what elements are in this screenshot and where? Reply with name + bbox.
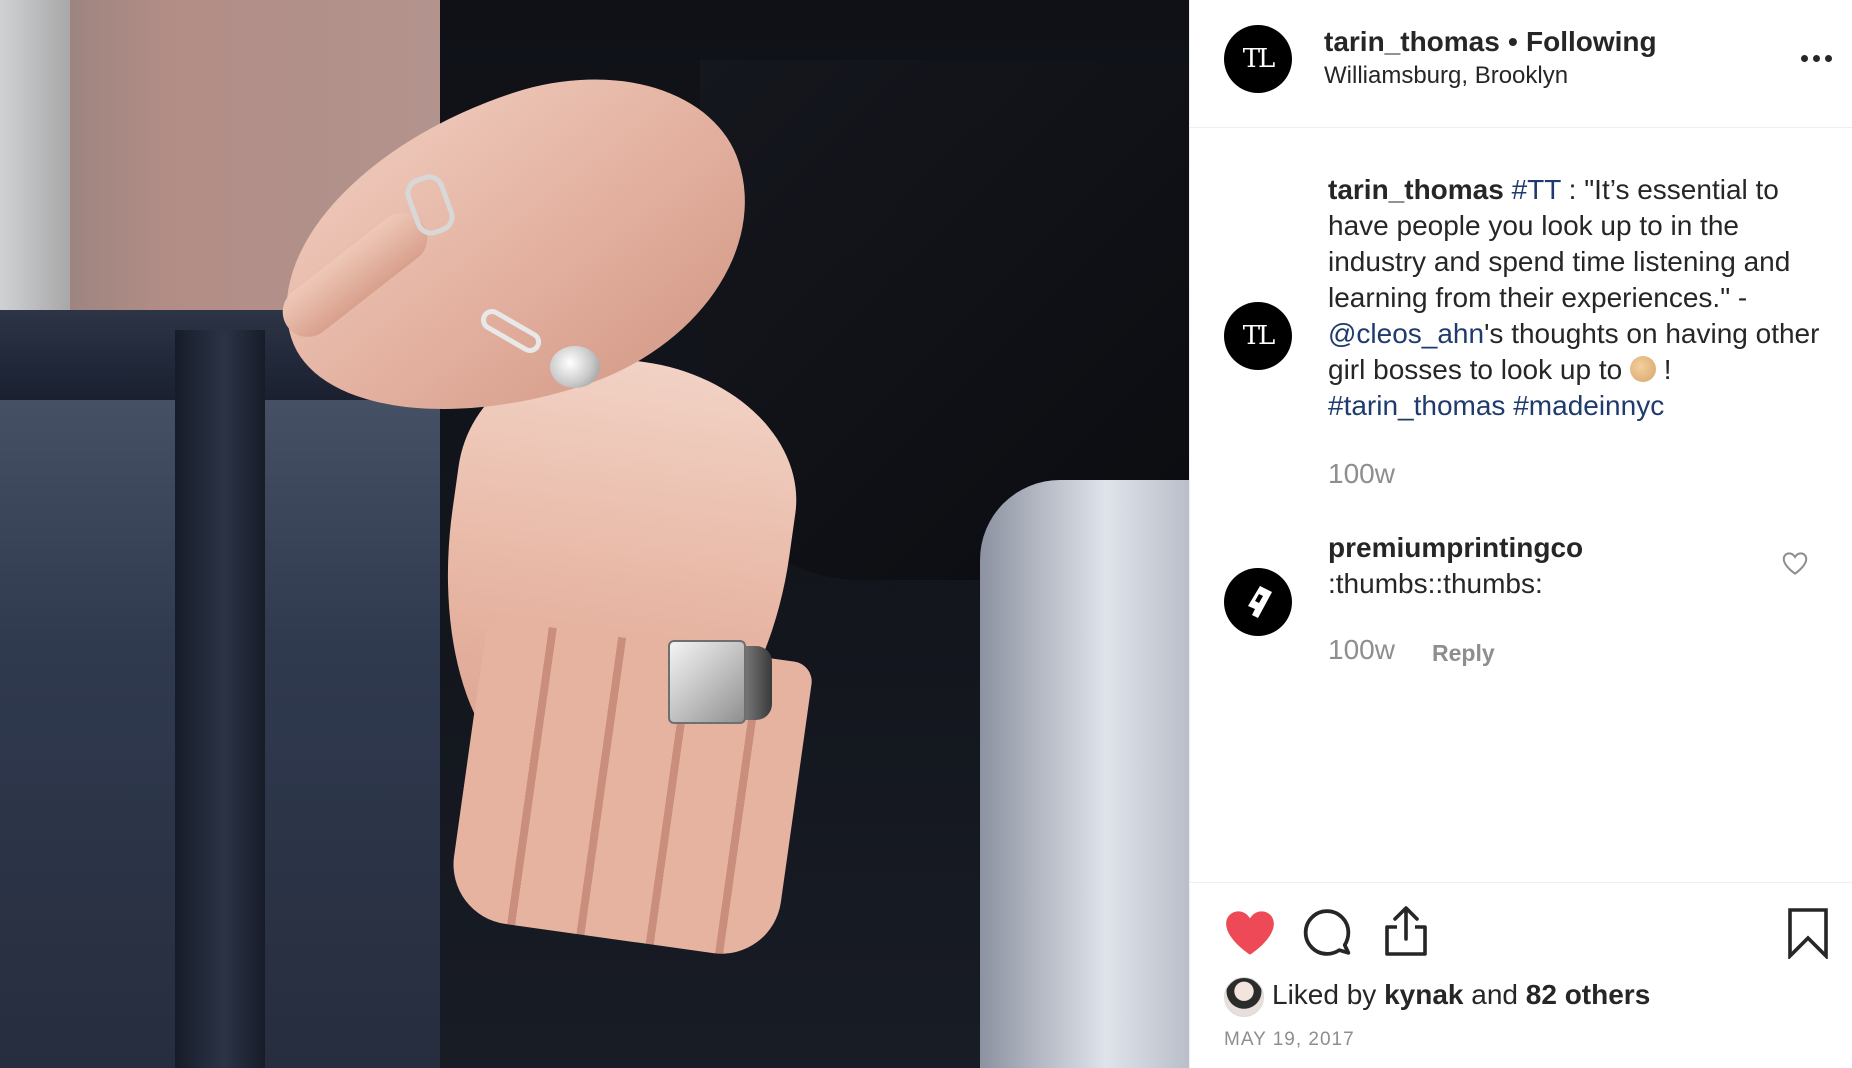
- comment-timestamp[interactable]: 100w: [1328, 634, 1395, 666]
- likes-middle: and: [1463, 979, 1526, 1010]
- post-actions: Liked by kynak and 82 others MAY 19, 201…: [1190, 882, 1852, 1068]
- hashtag-madeinnyc[interactable]: #madeinnyc: [1513, 390, 1664, 421]
- caption-username[interactable]: tarin_thomas: [1328, 174, 1504, 205]
- caption-text-3: !: [1655, 354, 1672, 385]
- likes-others-link[interactable]: 82 others: [1526, 979, 1651, 1010]
- comment-username[interactable]: premiumprintingco: [1328, 532, 1583, 564]
- likes-prefix: Liked by: [1272, 979, 1385, 1010]
- photo-ring-small: [550, 346, 600, 388]
- author-username[interactable]: tarin_thomas: [1324, 26, 1500, 58]
- share-icon[interactable]: [1382, 905, 1430, 957]
- comments-section: TL tarin_thomas #TT : "It’s essential to…: [1190, 128, 1852, 882]
- post-location[interactable]: Williamsburg, Brooklyn: [1324, 62, 1568, 90]
- premiumprintingco-logo-icon: [1248, 586, 1272, 618]
- post-photo[interactable]: [0, 0, 1190, 1068]
- heart-filled-icon[interactable]: [1224, 909, 1276, 957]
- mention-cleos-ahn[interactable]: @cleos_ahn: [1328, 318, 1484, 349]
- liker-username[interactable]: kynak: [1384, 979, 1463, 1010]
- more-dot: [1824, 54, 1832, 62]
- photo-wall-edge: [0, 0, 70, 330]
- comment-like-heart-icon[interactable]: [1780, 548, 1810, 578]
- hashtag-tarin-thomas[interactable]: #tarin_thomas: [1328, 390, 1505, 421]
- post-caption: tarin_thomas #TT : "It’s essential to ha…: [1328, 172, 1828, 424]
- post-date[interactable]: MAY 19, 2017: [1224, 1029, 1355, 1051]
- comment-icon[interactable]: [1302, 907, 1352, 957]
- photo-signet-ring: [668, 640, 746, 724]
- photo-jeans: [980, 480, 1190, 1068]
- caption-timestamp[interactable]: 100w: [1328, 458, 1395, 490]
- post-side-panel: TL tarin_thomas • Following Williamsburg…: [1190, 0, 1852, 1068]
- author-avatar[interactable]: TL: [1224, 25, 1292, 93]
- photo-signet-band: [742, 646, 772, 720]
- post-header: TL tarin_thomas • Following Williamsburg…: [1190, 0, 1852, 128]
- reply-button[interactable]: Reply: [1432, 640, 1495, 667]
- more-options-icon[interactable]: [1796, 38, 1836, 78]
- author-avatar-logo: TL: [1242, 44, 1276, 74]
- liker-avatar[interactable]: [1224, 977, 1264, 1017]
- caption-author-avatar[interactable]: TL: [1224, 302, 1292, 370]
- follow-status-button[interactable]: Following: [1526, 26, 1657, 58]
- likes-summary: Liked by kynak and 82 others: [1272, 979, 1650, 1011]
- separator-dot: •: [1508, 26, 1518, 57]
- photo-railing-post-left: [175, 330, 265, 1068]
- caption-avatar-logo: TL: [1242, 321, 1276, 351]
- comment-text: :thumbs::thumbs:: [1328, 568, 1543, 599]
- more-dot: [1812, 54, 1820, 62]
- hashtag-tt[interactable]: #TT: [1512, 174, 1561, 205]
- more-dot: [1800, 54, 1808, 62]
- commenter-avatar[interactable]: [1224, 568, 1292, 636]
- flexed-biceps-emoji: [1629, 356, 1656, 382]
- bookmark-icon[interactable]: [1786, 907, 1830, 959]
